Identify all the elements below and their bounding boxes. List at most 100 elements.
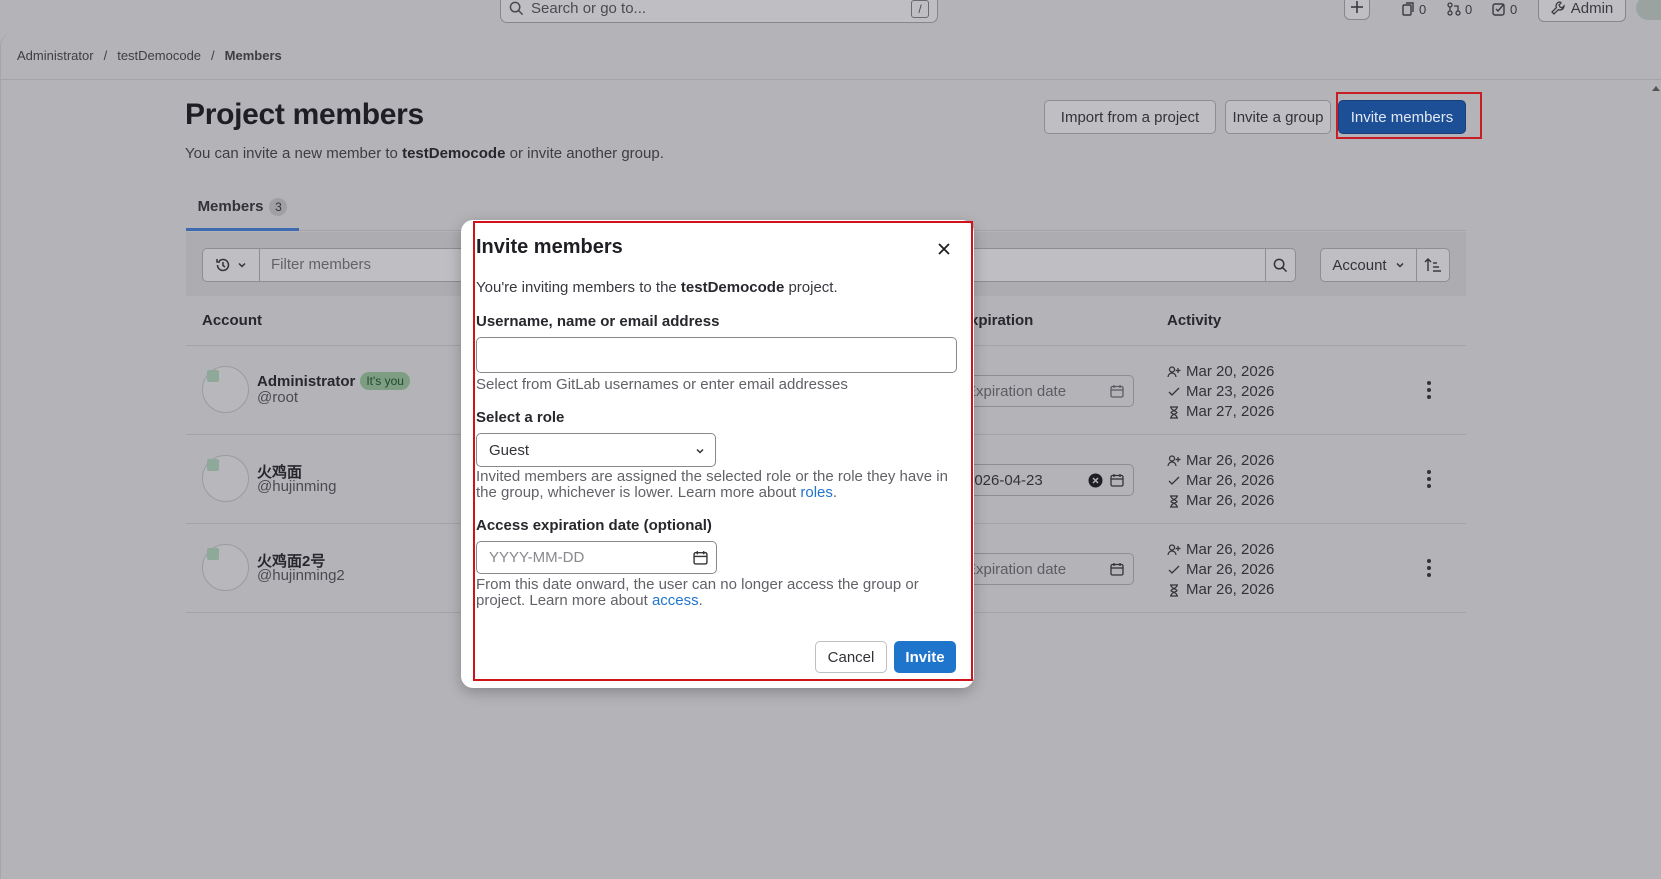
todo-icon — [1492, 3, 1505, 16]
sort-ascending-icon — [1424, 258, 1441, 272]
chevron-down-icon — [1396, 262, 1404, 268]
top-bar: Search or go to... / 0 0 0 Admin — [0, 0, 1661, 32]
member-name-text[interactable]: Administrator — [257, 373, 355, 390]
subtitle-project: testDemocode — [402, 145, 506, 162]
expiration-date-input[interactable]: 2026-04-23 — [960, 464, 1134, 496]
activity-last-activity: Mar 27, 2026 — [1186, 403, 1275, 420]
close-icon — [938, 243, 950, 255]
avatar[interactable] — [202, 366, 249, 413]
breadcrumb-administrator[interactable]: Administrator — [17, 48, 94, 63]
plus-icon — [1351, 1, 1363, 13]
user-avatar[interactable] — [1636, 0, 1661, 20]
user-added-icon — [1167, 455, 1181, 467]
avatar[interactable] — [202, 544, 249, 591]
filter-search-button[interactable] — [1265, 248, 1296, 282]
its-you-badge: It's you — [360, 372, 410, 390]
hourglass-icon — [1170, 583, 1178, 597]
intro-prefix: You're inviting members to the — [476, 279, 681, 296]
role-select[interactable]: Guest — [476, 433, 716, 467]
more-actions-icon[interactable] — [1426, 469, 1432, 489]
expiration-date-input[interactable]: Expiration date — [960, 553, 1134, 585]
clear-icon[interactable] — [1088, 473, 1103, 488]
breadcrumb-divider — [0, 79, 1661, 80]
expiration-label: Access expiration date (optional) — [476, 517, 712, 534]
hourglass-icon — [1170, 405, 1178, 419]
issues-counter[interactable]: 0 — [1402, 0, 1426, 21]
sort-field-label: Account — [1332, 256, 1387, 274]
column-header-expiration: xpiration — [970, 312, 1034, 329]
avatar[interactable] — [202, 455, 249, 502]
merge-requests-counter[interactable]: 0 — [1447, 0, 1472, 21]
sort-direction-button[interactable] — [1416, 248, 1450, 282]
issues-count: 0 — [1419, 1, 1427, 17]
issues-icon — [1402, 2, 1414, 16]
search-shortcut-key: / — [911, 0, 929, 18]
check-icon — [1168, 476, 1180, 485]
modal-title: Invite members — [476, 236, 623, 258]
calendar-icon — [1110, 474, 1124, 487]
create-new-button[interactable] — [1344, 0, 1370, 20]
role-label: Select a role — [476, 409, 565, 426]
wrench-icon — [1550, 1, 1565, 15]
user-added-icon — [1167, 366, 1181, 378]
scroll-up-arrow[interactable] — [1652, 86, 1660, 91]
role-help-suffix: . — [832, 484, 838, 501]
breadcrumb: Administrator / testDemocode / Members — [17, 48, 282, 63]
expiration-date-picker[interactable]: YYYY-MM-DD — [476, 541, 717, 574]
breadcrumb-separator: / — [103, 48, 108, 63]
role-help: Invited members are assigned the selecte… — [476, 469, 956, 501]
breadcrumb-members[interactable]: Members — [225, 48, 282, 63]
activity-user-created: Mar 20, 2026 — [1186, 363, 1275, 380]
more-actions-icon[interactable] — [1426, 380, 1432, 400]
invite-group-button[interactable]: Invite a group — [1225, 100, 1331, 134]
expiration-date-input[interactable]: Expiration date — [960, 375, 1134, 407]
role-help-text: Invited members are assigned the selecte… — [476, 468, 948, 501]
activity-user-created: Mar 26, 2026 — [1186, 452, 1275, 469]
column-header-activity: Activity — [1167, 312, 1222, 329]
merge-requests-count: 0 — [1465, 1, 1473, 17]
breadcrumb-separator: / — [211, 48, 215, 63]
tab-members-count: 3 — [269, 197, 288, 216]
sort-field-dropdown[interactable]: Account — [1320, 248, 1417, 282]
recent-searches-button[interactable] — [202, 248, 260, 282]
member-name: Administrator It's you — [257, 372, 410, 390]
breadcrumb-project[interactable]: testDemocode — [117, 48, 201, 63]
page-subtitle: You can invite a new member to testDemoc… — [185, 145, 664, 162]
cancel-button[interactable]: Cancel — [815, 641, 887, 673]
expiration-help-suffix: . — [698, 592, 703, 609]
check-icon — [1168, 565, 1180, 574]
todos-counter[interactable]: 0 — [1492, 0, 1517, 21]
intro-project: testDemocode — [680, 279, 785, 296]
search-icon — [1273, 258, 1288, 272]
invite-button[interactable]: Invite — [894, 641, 956, 673]
modal-intro: You're inviting members to the testDemoc… — [476, 279, 838, 296]
role-value: Guest — [489, 441, 530, 459]
close-button[interactable] — [935, 240, 953, 258]
access-link[interactable]: access — [652, 592, 699, 609]
roles-link[interactable]: roles — [800, 484, 833, 501]
tab-members[interactable]: Members 3 — [186, 185, 299, 231]
calendar-icon — [693, 551, 708, 565]
member-handle: @hujinming2 — [257, 567, 345, 584]
subtitle-prefix: You can invite a new member to — [185, 145, 403, 162]
activity-info: Mar 26, 2026 Mar 26, 2026 Mar 26, 2026 — [1167, 451, 1274, 511]
global-search[interactable]: Search or go to... / — [500, 0, 938, 23]
more-actions-icon[interactable] — [1426, 558, 1432, 578]
search-placeholder: Search or go to... — [531, 0, 647, 17]
activity-access-granted: Mar 23, 2026 — [1186, 383, 1275, 400]
username-input[interactable] — [476, 337, 957, 373]
column-header-account[interactable]: Account — [202, 312, 262, 329]
member-handle: @hujinming — [257, 478, 337, 495]
check-icon — [1168, 387, 1180, 396]
activity-last-activity: Mar 26, 2026 — [1186, 581, 1275, 598]
tab-members-label: Members — [197, 198, 264, 215]
admin-button[interactable]: Admin — [1538, 0, 1626, 22]
member-handle: @root — [257, 389, 299, 406]
merge-request-icon — [1447, 2, 1461, 16]
activity-access-granted: Mar 26, 2026 — [1186, 472, 1275, 489]
import-from-project-button[interactable]: Import from a project — [1044, 100, 1216, 134]
history-icon — [216, 258, 230, 272]
expiration-help: From this date onward, the user can no l… — [476, 577, 956, 609]
activity-user-created: Mar 26, 2026 — [1186, 541, 1275, 558]
chevron-down-icon — [696, 448, 704, 454]
